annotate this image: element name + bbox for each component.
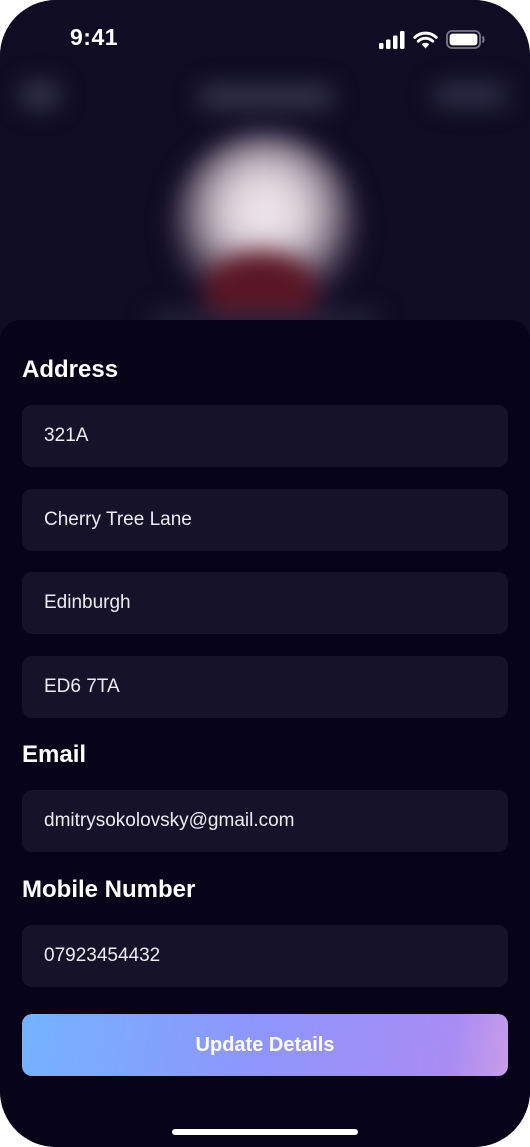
blurred-title — [198, 86, 334, 108]
blurred-action — [432, 84, 508, 106]
mobile-number-label: Mobile Number — [22, 876, 196, 903]
address-label: Address — [22, 356, 119, 383]
phone-screen: 9:41 Address 321A Cherry Tree Lane Edinb… — [0, 0, 530, 1147]
status-time: 9:41 — [70, 24, 119, 50]
email-field[interactable]: dmitrysokolovsky@gmail.com — [22, 790, 508, 852]
address-line1-field[interactable]: 321A — [22, 405, 508, 467]
email-label: Email — [22, 741, 87, 768]
home-indicator[interactable] — [172, 1129, 358, 1135]
address-line2-field[interactable]: Cherry Tree Lane — [22, 489, 508, 551]
address-postcode-field[interactable]: ED6 7TA — [22, 656, 508, 718]
address-city-field[interactable]: Edinburgh — [22, 572, 508, 634]
blurred-back-button — [20, 82, 60, 108]
status-icons — [379, 30, 486, 54]
mobile-number-field[interactable]: 07923454432 — [22, 925, 508, 987]
blurred-avatar-body — [206, 250, 316, 320]
status-bar: 9:41 — [0, 0, 530, 80]
cellular-signal-icon — [379, 30, 405, 54]
update-details-button[interactable]: Update Details — [22, 1014, 508, 1076]
battery-icon — [446, 30, 486, 54]
wifi-icon — [413, 31, 438, 54]
details-sheet: Address 321A Cherry Tree Lane Edinburgh … — [0, 320, 530, 1147]
